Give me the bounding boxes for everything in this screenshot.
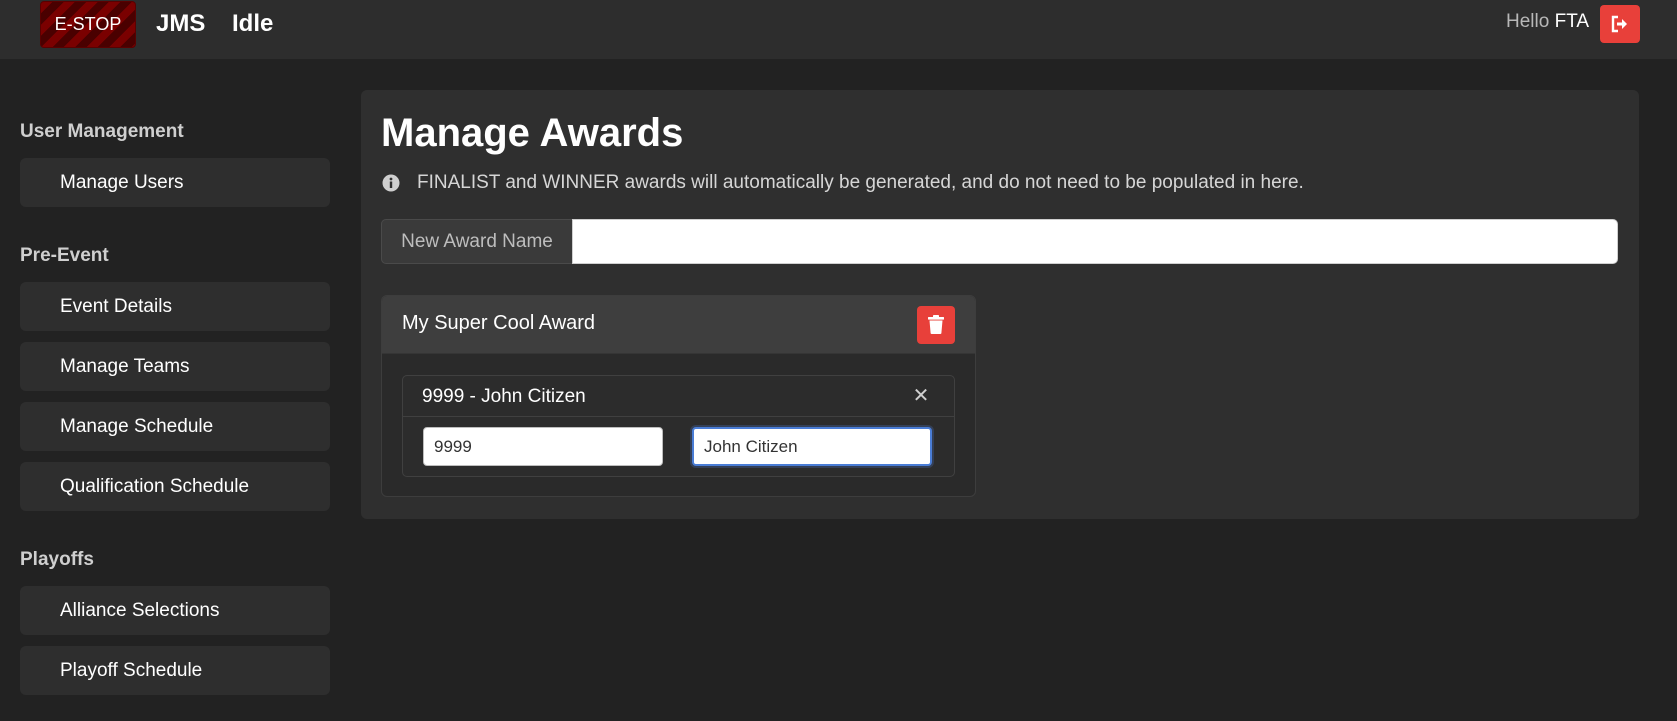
recipient-team-input[interactable]: [423, 427, 663, 466]
new-award-name-input[interactable]: [572, 219, 1618, 264]
user-greeting: Hello FTA: [1506, 11, 1589, 33]
remove-recipient-close-icon[interactable]: ✕: [909, 384, 933, 408]
delete-award-button[interactable]: [917, 306, 955, 344]
estop-button[interactable]: E-STOP: [40, 1, 136, 48]
sidebar-heading-user-management: User Management: [20, 121, 184, 142]
sidebar-item-alliance-selections[interactable]: Alliance Selections: [20, 586, 330, 635]
recipient-header: 9999 - John Citizen ✕: [403, 376, 954, 417]
award-name: My Super Cool Award: [402, 312, 596, 334]
brand-name[interactable]: JMS: [156, 10, 205, 38]
arena-state: Idle: [232, 10, 274, 37]
recipient-name-input[interactable]: [692, 427, 932, 466]
new-award-label: New Award Name: [381, 219, 572, 264]
sidebar-item-manage-schedule[interactable]: Manage Schedule: [20, 402, 330, 451]
sign-out-icon: [1611, 15, 1627, 33]
top-navbar: E-STOP JMS Idle Hello FTA: [0, 0, 1677, 59]
recipient-title: 9999 - John Citizen: [422, 386, 586, 407]
info-circle-icon: [382, 174, 400, 192]
username: FTA: [1554, 11, 1590, 32]
sidebar-item-event-details[interactable]: Event Details: [20, 282, 330, 331]
award-recipient-card: 9999 - John Citizen ✕: [402, 375, 955, 477]
sidebar-heading-playoffs: Playoffs: [20, 549, 94, 570]
info-message: FINALIST and WINNER awards will automati…: [417, 172, 1304, 193]
sidebar-heading-pre-event: Pre-Event: [20, 245, 109, 266]
logout-button[interactable]: [1600, 5, 1640, 43]
sidebar-item-manage-teams[interactable]: Manage Teams: [20, 342, 330, 391]
sidebar-item-playoff-schedule[interactable]: Playoff Schedule: [20, 646, 330, 695]
award-card: My Super Cool Award 9999 - John Citizen …: [381, 295, 976, 497]
award-card-header: My Super Cool Award: [382, 296, 975, 354]
greeting-text: Hello: [1506, 11, 1550, 32]
sidebar-item-qualification-schedule[interactable]: Qualification Schedule: [20, 462, 330, 511]
sidebar-item-manage-users[interactable]: Manage Users: [20, 158, 330, 207]
trash-icon: [928, 315, 944, 334]
page-title: Manage Awards: [381, 111, 684, 155]
